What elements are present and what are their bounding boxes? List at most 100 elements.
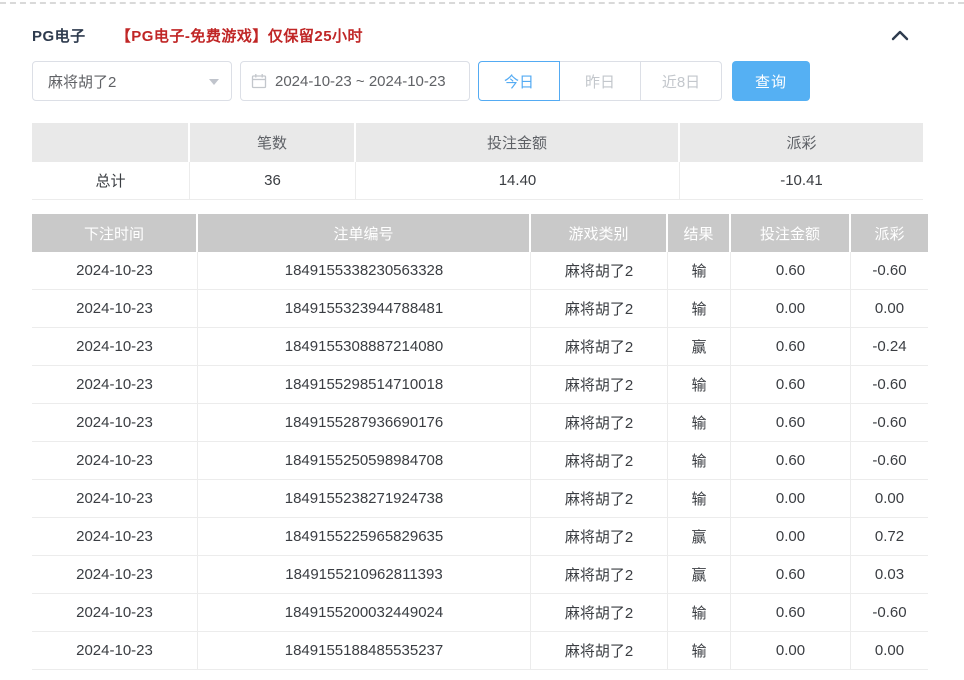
cell-bet-amount: 0.60 bbox=[731, 556, 851, 593]
table-row: 2024-10-23 1849155338230563328 麻将胡了2 输 0… bbox=[32, 252, 928, 290]
cell-bet-id: 1849155188485535237 bbox=[198, 632, 531, 669]
table-body: 2024-10-23 1849155338230563328 麻将胡了2 输 0… bbox=[32, 252, 928, 670]
cell-result: 输 bbox=[668, 632, 731, 669]
col-header-game: 游戏类别 bbox=[531, 214, 668, 252]
query-button[interactable]: 查询 bbox=[732, 61, 810, 101]
cell-game-type: 麻将胡了2 bbox=[531, 252, 668, 289]
quick-button-yesterday[interactable]: 昨日 bbox=[559, 61, 641, 101]
panel-notice: 【PG电子-免费游戏】仅保留25小时 bbox=[116, 25, 363, 46]
cell-game-type: 麻将胡了2 bbox=[531, 404, 668, 441]
quick-button-last8days[interactable]: 近8日 bbox=[640, 61, 722, 101]
cell-game-type: 麻将胡了2 bbox=[531, 480, 668, 517]
cell-payout: -0.24 bbox=[851, 328, 928, 365]
col-header-payout: 派彩 bbox=[851, 214, 928, 252]
date-range-input[interactable]: 2024-10-23 ~ 2024-10-23 bbox=[240, 61, 470, 101]
cell-bet-time: 2024-10-23 bbox=[32, 442, 198, 479]
game-select-value: 麻将胡了2 bbox=[48, 71, 116, 92]
table-row: 2024-10-23 1849155298514710018 麻将胡了2 输 0… bbox=[32, 366, 928, 404]
summary-header-bet-amount: 投注金额 bbox=[356, 123, 680, 162]
summary-header-blank bbox=[32, 123, 190, 162]
cell-payout: -0.60 bbox=[851, 366, 928, 403]
table-row: 2024-10-23 1849155323944788481 麻将胡了2 输 0… bbox=[32, 290, 928, 328]
panel-title: PG电子 bbox=[32, 25, 86, 46]
cell-bet-time: 2024-10-23 bbox=[32, 328, 198, 365]
summary-table: 笔数 投注金额 派彩 总计 36 14.40 -10.41 bbox=[32, 123, 923, 200]
cell-game-type: 麻将胡了2 bbox=[531, 442, 668, 479]
cell-bet-id: 1849155298514710018 bbox=[198, 366, 531, 403]
table-row: 2024-10-23 1849155308887214080 麻将胡了2 赢 0… bbox=[32, 328, 928, 366]
cell-bet-time: 2024-10-23 bbox=[32, 252, 198, 289]
cell-bet-id: 1849155225965829635 bbox=[198, 518, 531, 555]
cell-bet-id: 1849155308887214080 bbox=[198, 328, 531, 365]
cell-bet-amount: 0.00 bbox=[731, 518, 851, 555]
table-row: 2024-10-23 1849155210962811393 麻将胡了2 赢 0… bbox=[32, 556, 928, 594]
cell-bet-id: 1849155338230563328 bbox=[198, 252, 531, 289]
quick-button-today[interactable]: 今日 bbox=[478, 61, 560, 101]
bet-records-table: 下注时间 注单编号 游戏类别 结果 投注金额 派彩 2024-10-23 184… bbox=[32, 214, 928, 670]
cell-bet-amount: 0.00 bbox=[731, 480, 851, 517]
cell-bet-id: 1849155200032449024 bbox=[198, 594, 531, 631]
cell-bet-amount: 0.60 bbox=[731, 366, 851, 403]
summary-header-row: 笔数 投注金额 派彩 bbox=[32, 123, 923, 162]
game-select[interactable]: 麻将胡了2 bbox=[32, 61, 232, 101]
cell-bet-id: 1849155210962811393 bbox=[198, 556, 531, 593]
cell-result: 赢 bbox=[668, 556, 731, 593]
cell-game-type: 麻将胡了2 bbox=[531, 366, 668, 403]
summary-total-row: 总计 36 14.40 -10.41 bbox=[32, 162, 923, 200]
quick-range-button-group: 今日 昨日 近8日 bbox=[478, 61, 722, 101]
cell-bet-id: 1849155287936690176 bbox=[198, 404, 531, 441]
cell-payout: 0.03 bbox=[851, 556, 928, 593]
panel-header: PG电子 【PG电子-免费游戏】仅保留25小时 bbox=[0, 4, 964, 50]
summary-total-payout: -10.41 bbox=[680, 162, 923, 199]
cell-bet-time: 2024-10-23 bbox=[32, 594, 198, 631]
cell-game-type: 麻将胡了2 bbox=[531, 556, 668, 593]
table-row: 2024-10-23 1849155188485535237 麻将胡了2 输 0… bbox=[32, 632, 928, 670]
cell-bet-id: 1849155238271924738 bbox=[198, 480, 531, 517]
cell-game-type: 麻将胡了2 bbox=[531, 632, 668, 669]
cell-result: 输 bbox=[668, 404, 731, 441]
cell-bet-amount: 0.00 bbox=[731, 290, 851, 327]
cell-result: 输 bbox=[668, 366, 731, 403]
cell-bet-amount: 0.60 bbox=[731, 404, 851, 441]
cell-result: 输 bbox=[668, 480, 731, 517]
cell-game-type: 麻将胡了2 bbox=[531, 328, 668, 365]
cell-result: 赢 bbox=[668, 518, 731, 555]
cell-payout: -0.60 bbox=[851, 442, 928, 479]
summary-total-count: 36 bbox=[190, 162, 356, 199]
col-header-bet-id: 注单编号 bbox=[198, 214, 531, 252]
summary-total-bet-amount: 14.40 bbox=[356, 162, 680, 199]
cell-payout: 0.00 bbox=[851, 632, 928, 669]
caret-down-icon bbox=[209, 79, 219, 85]
cell-payout: -0.60 bbox=[851, 252, 928, 289]
col-header-amount: 投注金额 bbox=[731, 214, 851, 252]
col-header-result: 结果 bbox=[668, 214, 731, 252]
cell-bet-amount: 0.60 bbox=[731, 328, 851, 365]
cell-game-type: 麻将胡了2 bbox=[531, 594, 668, 631]
cell-bet-time: 2024-10-23 bbox=[32, 404, 198, 441]
table-row: 2024-10-23 1849155238271924738 麻将胡了2 输 0… bbox=[32, 480, 928, 518]
cell-result: 输 bbox=[668, 290, 731, 327]
cell-payout: -0.60 bbox=[851, 594, 928, 631]
col-header-time: 下注时间 bbox=[32, 214, 198, 252]
table-row: 2024-10-23 1849155200032449024 麻将胡了2 输 0… bbox=[32, 594, 928, 632]
calendar-icon bbox=[251, 73, 267, 89]
cell-bet-time: 2024-10-23 bbox=[32, 556, 198, 593]
cell-result: 输 bbox=[668, 594, 731, 631]
cell-result: 赢 bbox=[668, 328, 731, 365]
cell-bet-id: 1849155250598984708 bbox=[198, 442, 531, 479]
cell-bet-time: 2024-10-23 bbox=[32, 366, 198, 403]
table-row: 2024-10-23 1849155287936690176 麻将胡了2 输 0… bbox=[32, 404, 928, 442]
chevron-up-icon bbox=[891, 30, 909, 41]
cell-result: 输 bbox=[668, 252, 731, 289]
cell-bet-id: 1849155323944788481 bbox=[198, 290, 531, 327]
summary-header-count: 笔数 bbox=[190, 123, 356, 162]
cell-bet-time: 2024-10-23 bbox=[32, 480, 198, 517]
filter-bar: 麻将胡了2 2024-10-23 ~ 2024-10-23 今日 昨日 近8日 … bbox=[32, 61, 932, 101]
table-row: 2024-10-23 1849155250598984708 麻将胡了2 输 0… bbox=[32, 442, 928, 480]
cell-bet-time: 2024-10-23 bbox=[32, 290, 198, 327]
summary-total-label: 总计 bbox=[32, 162, 190, 199]
cell-result: 输 bbox=[668, 442, 731, 479]
collapse-panel-button[interactable] bbox=[886, 23, 914, 47]
cell-game-type: 麻将胡了2 bbox=[531, 518, 668, 555]
cell-payout: -0.60 bbox=[851, 404, 928, 441]
